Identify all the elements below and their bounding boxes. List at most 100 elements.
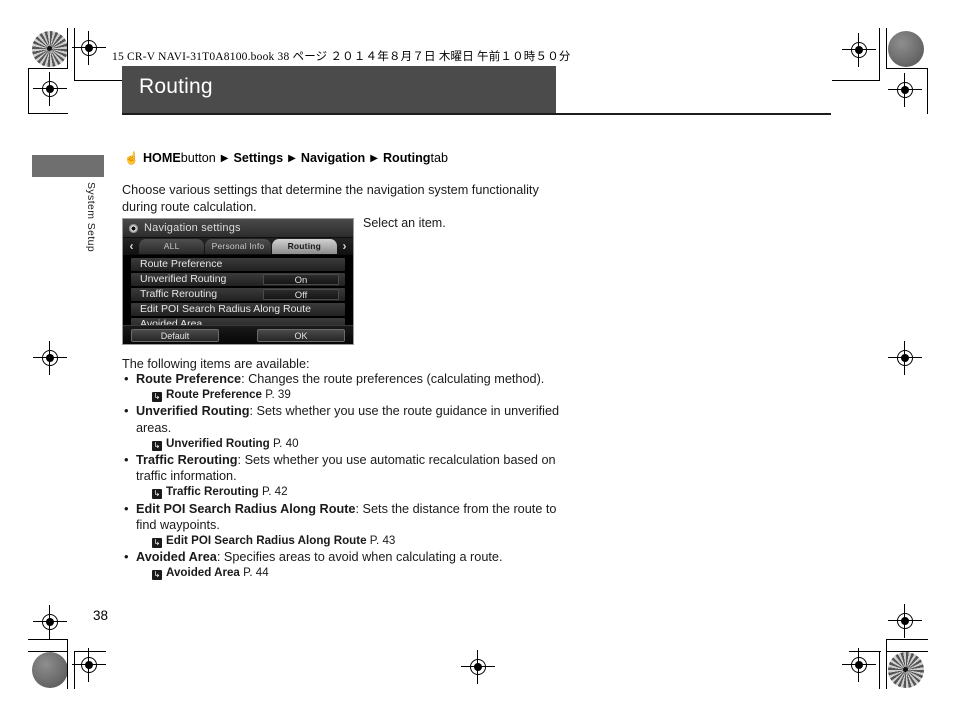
breadcrumb-segment-routing-suffix: tab (430, 151, 449, 165)
breadcrumb-segment-home-suffix: button (180, 151, 216, 165)
xref-page: P. 43 (369, 534, 396, 548)
bullet-term: Unverified Routing (136, 404, 250, 419)
bullet-text-avoided-area: Avoided Area: Specifies areas to avoid w… (122, 549, 562, 565)
bullet-text-unverified-routing: Unverified Routing: Sets whether you use… (122, 403, 562, 435)
chevron-right-icon-3: ▶ (370, 152, 378, 164)
items-bullet-list: Route Preference: Changes the route pref… (122, 371, 562, 582)
chevron-right-icon-2: ▶ (288, 152, 296, 164)
page-number: 38 (93, 608, 109, 623)
xref-name: Avoided Area (166, 566, 240, 580)
breadcrumb-segment-settings[interactable]: Settings (233, 151, 283, 165)
list-item-value: On (294, 275, 308, 286)
breadcrumb-segment-routing[interactable]: Routing (383, 151, 431, 165)
list-item: Edit POI Search Radius Along Route: Sets… (122, 501, 562, 550)
list-item-label: Edit POI Search Radius Along Route (140, 303, 312, 315)
ok-button[interactable]: OK (257, 329, 345, 342)
registration-mark-right-upper (888, 73, 922, 107)
breadcrumb-segment-home[interactable]: HOME (143, 151, 181, 165)
tab-personal-info[interactable]: Personal Info (205, 239, 271, 254)
list-item-value: Off (294, 290, 308, 301)
bullet-term: Avoided Area (136, 550, 217, 565)
list-item-label: Unverified Routing (140, 273, 227, 285)
list-item-edit-poi-search-radius[interactable]: Edit POI Search Radius Along Route (131, 303, 345, 316)
jump-arrow-icon: ↳ (152, 570, 162, 581)
registration-mark-left-upper (33, 72, 67, 106)
xref-name: Route Preference (166, 388, 263, 402)
chevron-right-icon[interactable]: › (338, 240, 351, 253)
bullet-desc: : Specifies areas to avoid when calculat… (216, 550, 503, 565)
xref-name: Edit POI Search Radius Along Route (166, 534, 367, 548)
device-title-bar: Navigation settings (123, 219, 353, 238)
xref-page: P. 44 (243, 566, 269, 580)
registration-mark-right-middle (888, 341, 922, 375)
solid-ball-mark-top-right (888, 31, 924, 67)
registration-mark-bottom-center (461, 650, 495, 684)
tab-all[interactable]: ALL (139, 239, 205, 254)
starburst-mark-top-left (32, 31, 68, 67)
title-underline-rule (122, 113, 831, 115)
cross-reference-unverified-routing[interactable]: ↳ Unverified Routing P. 40 (122, 436, 562, 452)
breadcrumb-segment-navigation[interactable]: Navigation (301, 151, 365, 165)
tab-routing[interactable]: Routing (271, 239, 337, 254)
chevron-right-icon-1: ▶ (220, 152, 229, 164)
solid-ball-mark-bottom-left (32, 652, 68, 688)
list-item: Route Preference: Changes the route pref… (122, 371, 562, 403)
breadcrumb: ☝ HOME button ▶ Settings ▶ Navigation ▶ … (124, 151, 448, 165)
cross-reference-route-preference[interactable]: ↳ Route Preference P. 39 (122, 387, 562, 403)
gear-icon (129, 224, 138, 233)
page-title: Routing (139, 75, 213, 98)
list-item-label: Traffic Rerouting (140, 288, 218, 300)
list-item: Traffic Rerouting: Sets whether you use … (122, 452, 562, 501)
list-item-label: Route Preference (140, 258, 223, 270)
device-tab-bar: ‹ ALL Personal Info Routing › (123, 238, 353, 255)
device-footer-bar: Default OK (123, 325, 353, 344)
device-settings-list: Route Preference Unverified Routing On T… (131, 258, 345, 331)
registration-mark-bottom-left (33, 605, 67, 639)
list-item-value-box: Off (263, 289, 339, 301)
xref-page: P. 42 (262, 485, 288, 499)
list-item-unverified-routing[interactable]: Unverified Routing On (131, 273, 345, 286)
xref-page: P. 40 (272, 436, 299, 450)
cross-reference-traffic-rerouting[interactable]: ↳ Traffic Rerouting P. 42 (122, 484, 562, 500)
cross-reference-edit-poi-search-radius[interactable]: ↳ Edit POI Search Radius Along Route P. 4… (122, 533, 562, 549)
bullet-term: Traffic Rerouting (136, 453, 238, 468)
print-header-line: 15 CR-V NAVI-31T0A8100.book 38 ページ ２０１４年… (112, 51, 571, 63)
cross-reference-avoided-area[interactable]: ↳ Avoided Area P. 44 (122, 565, 562, 581)
list-item-value-box: On (263, 274, 339, 286)
bullet-text-edit-poi-search-radius: Edit POI Search Radius Along Route: Sets… (122, 501, 562, 533)
default-button[interactable]: Default (131, 329, 219, 342)
bullet-desc: : Changes the route preferences (calcula… (241, 372, 545, 386)
registration-mark-top-left (72, 31, 106, 65)
items-intro-text: The following items are available: (122, 357, 310, 371)
registration-mark-top-right (842, 33, 876, 67)
list-item-route-preference[interactable]: Route Preference (131, 258, 345, 271)
side-index-tab (32, 155, 104, 177)
chevron-left-icon[interactable]: ‹ (125, 240, 138, 253)
select-an-item-caption: Select an item. (363, 216, 446, 230)
device-title-text: Navigation settings (144, 222, 241, 234)
side-index-tab-label: System Setup (85, 182, 97, 253)
chapter-title-bar: Routing (122, 66, 556, 113)
xref-page: P. 39 (265, 388, 291, 402)
xref-name: Traffic Rerouting (166, 485, 259, 499)
bullet-term: Edit POI Search Radius Along Route (136, 501, 356, 516)
jump-arrow-icon: ↳ (152, 489, 162, 500)
registration-mark-bottom-right (842, 648, 876, 682)
list-item: Unverified Routing: Sets whether you use… (122, 403, 562, 452)
registration-mark-right-lower (888, 604, 922, 638)
manual-page: 15 CR-V NAVI-31T0A8100.book 38 ページ ２０１４年… (0, 0, 954, 718)
registration-mark-left-lower (72, 648, 106, 682)
jump-arrow-icon: ↳ (152, 538, 162, 549)
navigation-settings-screenshot: Navigation settings ‹ ALL Personal Info … (122, 218, 354, 345)
jump-arrow-icon: ↳ (152, 440, 162, 451)
list-item-traffic-rerouting[interactable]: Traffic Rerouting Off (131, 288, 345, 301)
jump-arrow-icon: ↳ (152, 392, 162, 403)
bullet-term: Route Preference (136, 372, 242, 386)
list-item: Avoided Area: Specifies areas to avoid w… (122, 549, 562, 581)
bullet-text-route-preference: Route Preference: Changes the route pref… (122, 371, 562, 387)
hand-pointer-icon: ☝ (124, 151, 139, 165)
registration-mark-left-middle (33, 341, 67, 375)
intro-paragraph: Choose various settings that determine t… (122, 183, 539, 214)
starburst-mark-bottom-right (888, 652, 924, 688)
xref-name: Unverified Routing (166, 436, 270, 450)
